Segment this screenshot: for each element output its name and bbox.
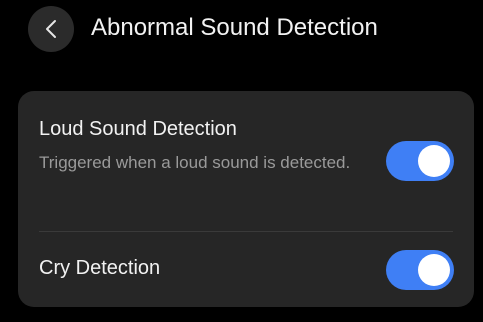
header: Abnormal Sound Detection: [0, 0, 483, 60]
back-button[interactable]: [28, 6, 74, 52]
chevron-left-icon: [46, 20, 56, 38]
page-title: Abnormal Sound Detection: [91, 14, 378, 41]
toggle-knob: [418, 145, 450, 177]
loud-sound-detection-description: Triggered when a loud sound is detected.: [39, 153, 351, 172]
settings-card: Loud Sound Detection Triggered when a lo…: [18, 91, 474, 307]
cry-detection-title: Cry Detection: [39, 257, 161, 279]
loud-sound-detection-row: Loud Sound Detection Triggered when a lo…: [18, 91, 474, 231]
loud-sound-detection-title: Loud Sound Detection: [39, 118, 237, 140]
loud-sound-detection-toggle[interactable]: [386, 141, 454, 181]
cry-detection-row: Cry Detection: [18, 232, 474, 307]
cry-detection-toggle[interactable]: [386, 250, 454, 290]
toggle-knob: [418, 254, 450, 286]
